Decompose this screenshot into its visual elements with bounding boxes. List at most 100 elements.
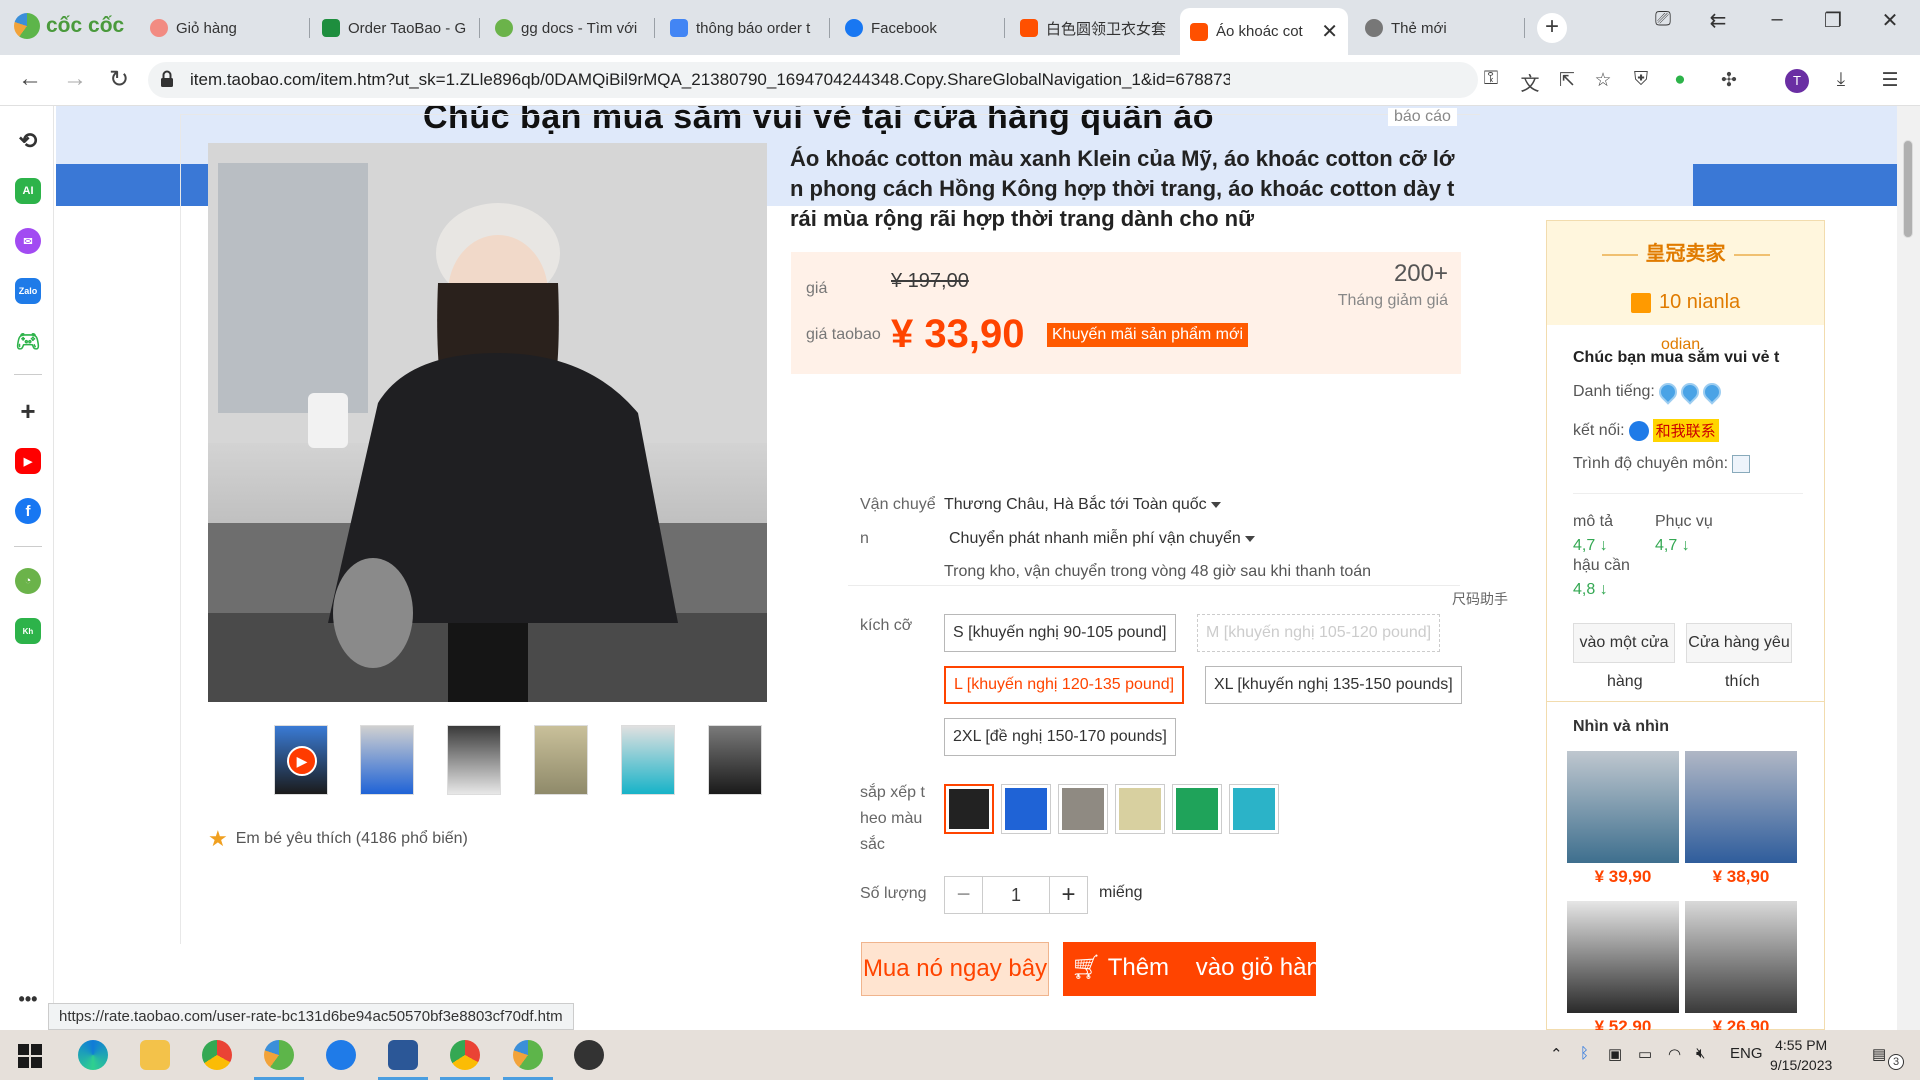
key-icon[interactable]: ⚿ (1478, 68, 1504, 90)
word-icon[interactable] (388, 1040, 418, 1070)
battery-icon[interactable]: ▭ (1638, 1045, 1652, 1063)
color-swatch-4[interactable] (1115, 784, 1165, 834)
messenger-icon[interactable]: ✉ (15, 228, 41, 254)
wifi-icon[interactable]: ◠ (1668, 1045, 1681, 1063)
color-swatch-6[interactable] (1229, 784, 1279, 834)
page-scrollbar[interactable] (1897, 106, 1920, 1030)
download-status-icon[interactable]: ● (1667, 69, 1693, 91)
more-icon[interactable]: ••• (15, 986, 41, 1012)
coccoc-shopping-icon[interactable]: ◔ (15, 568, 41, 594)
thumbnail-video[interactable]: ▶ (274, 725, 328, 795)
play-icon[interactable]: ▶ (287, 746, 317, 776)
decrease-button[interactable]: − (945, 877, 983, 913)
add-to-cart-button[interactable]: 🛒︎ Thêm vào giỏ hàng (1063, 942, 1333, 996)
bluetooth-icon[interactable]: ᛒ (1580, 1045, 1589, 1062)
menu-icon[interactable]: ☰ (1877, 69, 1903, 92)
sidebar-toggle-icon[interactable]: ⇇ (1703, 8, 1733, 33)
facebook-icon[interactable]: f (15, 498, 41, 524)
favorite-count[interactable]: ★ Em bé yêu thích (4186 phổ biến) (208, 826, 468, 852)
enter-store-button[interactable]: vào một cửa (1573, 623, 1675, 663)
youtube-icon[interactable]: ▶ (15, 448, 41, 474)
favorite-store-button[interactable]: Cửa hàng yêu (1686, 623, 1792, 663)
color-swatch-1[interactable] (944, 784, 994, 834)
windows-start-icon[interactable] (18, 1044, 42, 1068)
color-swatch-2[interactable] (1001, 784, 1051, 834)
size-option-2xl[interactable]: 2XL [đề nghị 150-170 pounds] (944, 718, 1176, 756)
main-product-image[interactable] (208, 143, 767, 702)
chrome-profile-icon[interactable] (450, 1040, 480, 1070)
recommended-item[interactable]: ¥ 52,90 (1567, 901, 1679, 1037)
shop-name[interactable]: Chúc bạn mua sắm vui vẻ t (1573, 349, 1779, 367)
recommended-item[interactable]: ¥ 39,90 (1567, 751, 1679, 887)
extensions-icon[interactable]: ✣ (1716, 69, 1742, 92)
snipping-tool-icon[interactable] (574, 1040, 604, 1070)
zalo-icon[interactable]: Zalo (15, 278, 41, 304)
history-icon[interactable]: ⟲ (15, 128, 41, 154)
shipping-method[interactable]: Chuyển phát nhanh miễn phí vận chuyển (949, 530, 1255, 548)
clock[interactable]: 4:55 PM 9/15/2023 (1770, 1035, 1832, 1075)
thumbnail-5[interactable] (621, 725, 675, 795)
tab-gg-docs[interactable]: gg docs - Tìm với (485, 8, 655, 48)
shipping-route[interactable]: Thương Châu, Hà Bắc tới Toàn quốc (944, 496, 1221, 514)
file-explorer-icon[interactable] (140, 1040, 170, 1070)
tab-cart[interactable]: Giỏ hàng (140, 8, 310, 48)
chrome-icon[interactable] (202, 1040, 232, 1070)
add-sidebar-app-icon[interactable]: + (15, 396, 41, 426)
color-swatch-3[interactable] (1058, 784, 1108, 834)
quantity-input[interactable]: 1 (983, 877, 1049, 913)
size-option-s[interactable]: S [khuyến nghị 90-105 pound] (944, 614, 1176, 652)
ai-assistant-icon[interactable]: AI (15, 178, 41, 204)
show-hidden-icons[interactable]: ⌃ (1550, 1045, 1563, 1063)
tab-facebook[interactable]: Facebook (835, 8, 1005, 48)
rewards-icon[interactable]: Kh (15, 618, 41, 644)
meet-now-icon[interactable]: ▣ (1608, 1045, 1622, 1063)
screenshot-icon[interactable]: ⎚ (1648, 8, 1678, 31)
maximize-button[interactable]: ❐ (1818, 8, 1848, 33)
coccoc-profile-icon[interactable] (513, 1040, 543, 1070)
contact-me-link[interactable]: 和我联系 (1652, 419, 1719, 442)
language-indicator[interactable]: ENG (1730, 1045, 1763, 1062)
buy-now-button[interactable]: Mua nó ngay bây (861, 942, 1049, 996)
game-controller-icon[interactable]: 🎮︎ (15, 328, 41, 354)
thumbnail-4[interactable] (534, 725, 588, 795)
minimize-button[interactable]: – (1762, 8, 1792, 31)
close-window-button[interactable]: ✕ (1875, 8, 1905, 33)
zalo-taskbar-icon[interactable] (326, 1040, 356, 1070)
thumbnail-2[interactable] (360, 725, 414, 795)
tab-new[interactable]: Thẻ mới (1355, 8, 1525, 48)
wangwang-chat-icon[interactable] (1628, 420, 1649, 441)
color-swatch-5[interactable] (1172, 784, 1222, 834)
increase-button[interactable]: + (1049, 877, 1087, 913)
url-field[interactable]: item.taobao.com/item.htm?ut_sk=1.ZLle896… (148, 62, 1498, 98)
thumbnail-6[interactable] (708, 725, 762, 795)
thumbnail-3[interactable] (447, 725, 501, 795)
tab-thong-bao-order[interactable]: thông báo order t (660, 8, 830, 48)
forward-button[interactable]: → (60, 65, 90, 93)
downloads-icon[interactable]: ⤓ (1828, 69, 1854, 91)
translate-icon[interactable]: 文 (1517, 69, 1543, 96)
bookmark-star-icon[interactable]: ☆ (1590, 69, 1616, 92)
close-tab-icon[interactable]: ✕ (1321, 19, 1338, 44)
recommended-item[interactable]: ¥ 38,90 (1685, 751, 1797, 887)
share-icon[interactable]: ⇱ (1554, 69, 1580, 92)
shield-icon[interactable]: ⛨ (1628, 69, 1654, 91)
tab-taobao-white[interactable]: 白色圆领卫衣女套 (1010, 8, 1175, 48)
edge-icon[interactable] (78, 1040, 108, 1070)
profile-avatar[interactable]: T (1785, 69, 1809, 93)
tab-order-taobao[interactable]: Order TaoBao - G (312, 8, 480, 48)
report-link[interactable]: báo cáo (1388, 108, 1457, 126)
coccoc-taskbar-icon[interactable] (264, 1040, 294, 1070)
reload-button[interactable]: ↻ (104, 65, 134, 94)
coccoc-logo[interactable]: cốc cốc (14, 13, 124, 39)
size-option-l[interactable]: L [khuyến nghị 120-135 pound] (944, 666, 1185, 704)
volume-muted-icon[interactable]: 🔇︎ (1696, 1045, 1705, 1062)
size-helper-link[interactable]: 尺码助手 (1452, 589, 1508, 609)
new-tab-button[interactable]: + (1537, 13, 1567, 43)
scrollbar-thumb[interactable] (1903, 140, 1913, 238)
size-option-xl[interactable]: XL [khuyến nghị 135-150 pounds] (1205, 666, 1462, 704)
recommended-item[interactable]: ¥ 26,90 (1685, 901, 1797, 1037)
size-option-m[interactable]: M [khuyến nghị 105-120 pound] (1197, 614, 1441, 652)
notification-center-icon[interactable]: ▤ (1872, 1045, 1886, 1063)
tab-ao-khoac-active[interactable]: Áo khoác cot ✕ (1180, 8, 1348, 55)
back-button[interactable]: ← (15, 65, 45, 93)
